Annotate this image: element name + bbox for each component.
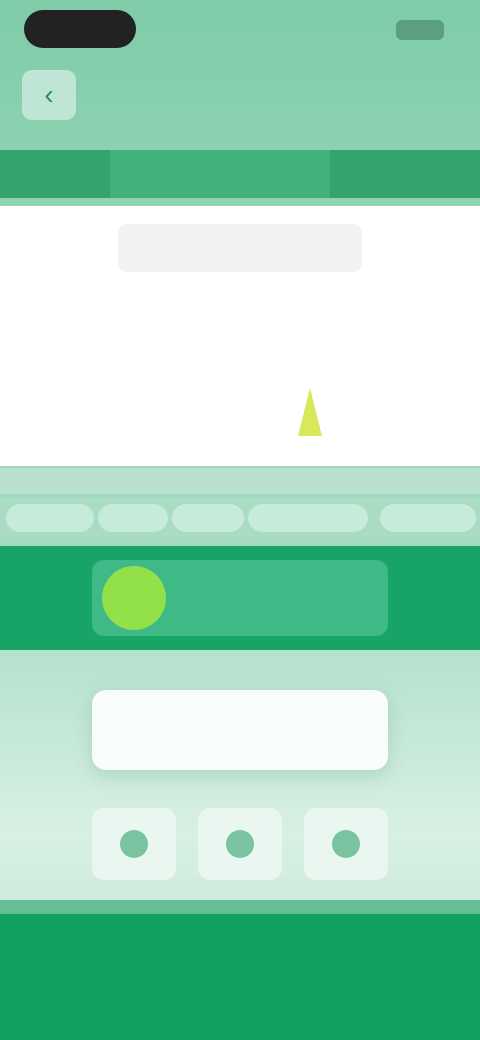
control-button-3[interactable]	[304, 808, 388, 880]
banner-card[interactable]	[92, 560, 388, 636]
banner	[0, 546, 480, 650]
pause-icon	[226, 830, 254, 858]
back-button[interactable]: ‹	[22, 70, 76, 120]
control-button-2[interactable]	[198, 808, 282, 880]
chevron-left-icon: ‹	[44, 79, 54, 110]
divider	[0, 900, 480, 914]
control-button-1[interactable]	[92, 808, 176, 880]
main-card	[0, 206, 480, 466]
bottom-band	[0, 914, 480, 1040]
play-icon	[120, 830, 148, 858]
chip[interactable]	[380, 504, 476, 532]
slider-marker-icon[interactable]	[298, 388, 322, 436]
battery-icon	[396, 20, 444, 40]
app-header: ‹	[0, 64, 480, 134]
status-bar	[0, 0, 480, 60]
tab-2[interactable]	[110, 150, 220, 198]
chip[interactable]	[98, 504, 168, 532]
status-dot-icon	[102, 566, 166, 630]
primary-action-button[interactable]	[92, 690, 388, 770]
card-title	[118, 224, 362, 272]
chip[interactable]	[6, 504, 94, 532]
tab-bar	[0, 150, 480, 198]
tab-4[interactable]	[330, 150, 480, 198]
chip[interactable]	[248, 504, 368, 532]
action-area	[0, 664, 480, 904]
next-icon	[332, 830, 360, 858]
dynamic-island	[24, 10, 136, 48]
chip[interactable]	[172, 504, 244, 532]
tab-3[interactable]	[220, 150, 330, 198]
chip-row	[0, 498, 480, 538]
tab-1[interactable]	[0, 150, 110, 198]
divider	[0, 468, 480, 494]
